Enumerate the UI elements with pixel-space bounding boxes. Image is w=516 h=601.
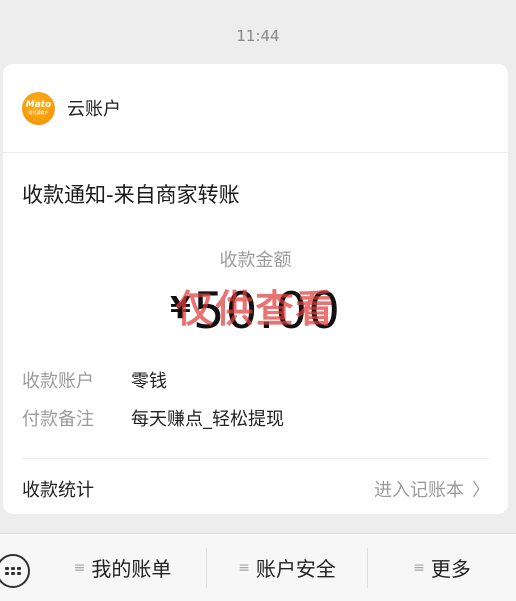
amount-label: 收款金额 — [219, 250, 292, 271]
logo-sub-text: 财付通商户 — [28, 110, 49, 115]
logo-main-text: Mato — [25, 100, 52, 110]
bottom-menu-bar: ≡ 我的账单 ≡ 账户安全 ≡ 更多 — [0, 533, 516, 601]
merchant-logo: Mato 财付通商户 — [22, 91, 55, 125]
menu-icon: ≡ — [73, 559, 86, 576]
detail-row-account: 收款账户 零钱 — [22, 367, 167, 393]
detail-key: 收款账户 — [22, 371, 94, 392]
ledger-link-label: 进入记账本 — [374, 480, 464, 501]
detail-key: 付款备注 — [22, 409, 94, 430]
detail-value: 每天赚点_轻松提现 — [131, 409, 284, 430]
menu-icon: ≡ — [413, 559, 425, 576]
payment-notification-card[interactable]: Mato 财付通商户 云账户 收款通知-来自商家转账 收款金额 ¥50.00 仅… — [3, 64, 508, 514]
keyboard-icon[interactable] — [0, 554, 30, 588]
notice-title: 收款通知-来自商家转账 — [22, 183, 240, 207]
detail-row-remark: 付款备注 每天赚点_轻松提现 — [22, 405, 284, 431]
account-name: 云账户 — [67, 99, 121, 120]
menu-label: 更多 — [430, 557, 471, 581]
detail-value: 零钱 — [131, 371, 167, 392]
ledger-link[interactable]: 进入记账本〉 — [374, 476, 490, 502]
menu-label: 账户安全 — [255, 557, 336, 581]
message-time: 11:44 — [236, 27, 280, 45]
watermark-text: 仅供查看 — [175, 287, 336, 331]
menu-my-bills[interactable]: ≡ 我的账单 — [40, 534, 205, 601]
card-header[interactable]: Mato 财付通商户 云账户 — [3, 64, 508, 153]
divider — [22, 458, 489, 459]
menu-label: 我的账单 — [91, 557, 172, 581]
menu-more[interactable]: ≡ 更多 — [368, 534, 516, 601]
menu-icon: ≡ — [238, 559, 250, 576]
menu-account-security[interactable]: ≡ 账户安全 — [207, 534, 367, 601]
stats-label: 收款统计 — [22, 480, 94, 501]
chevron-right-icon: 〉 — [472, 480, 490, 501]
